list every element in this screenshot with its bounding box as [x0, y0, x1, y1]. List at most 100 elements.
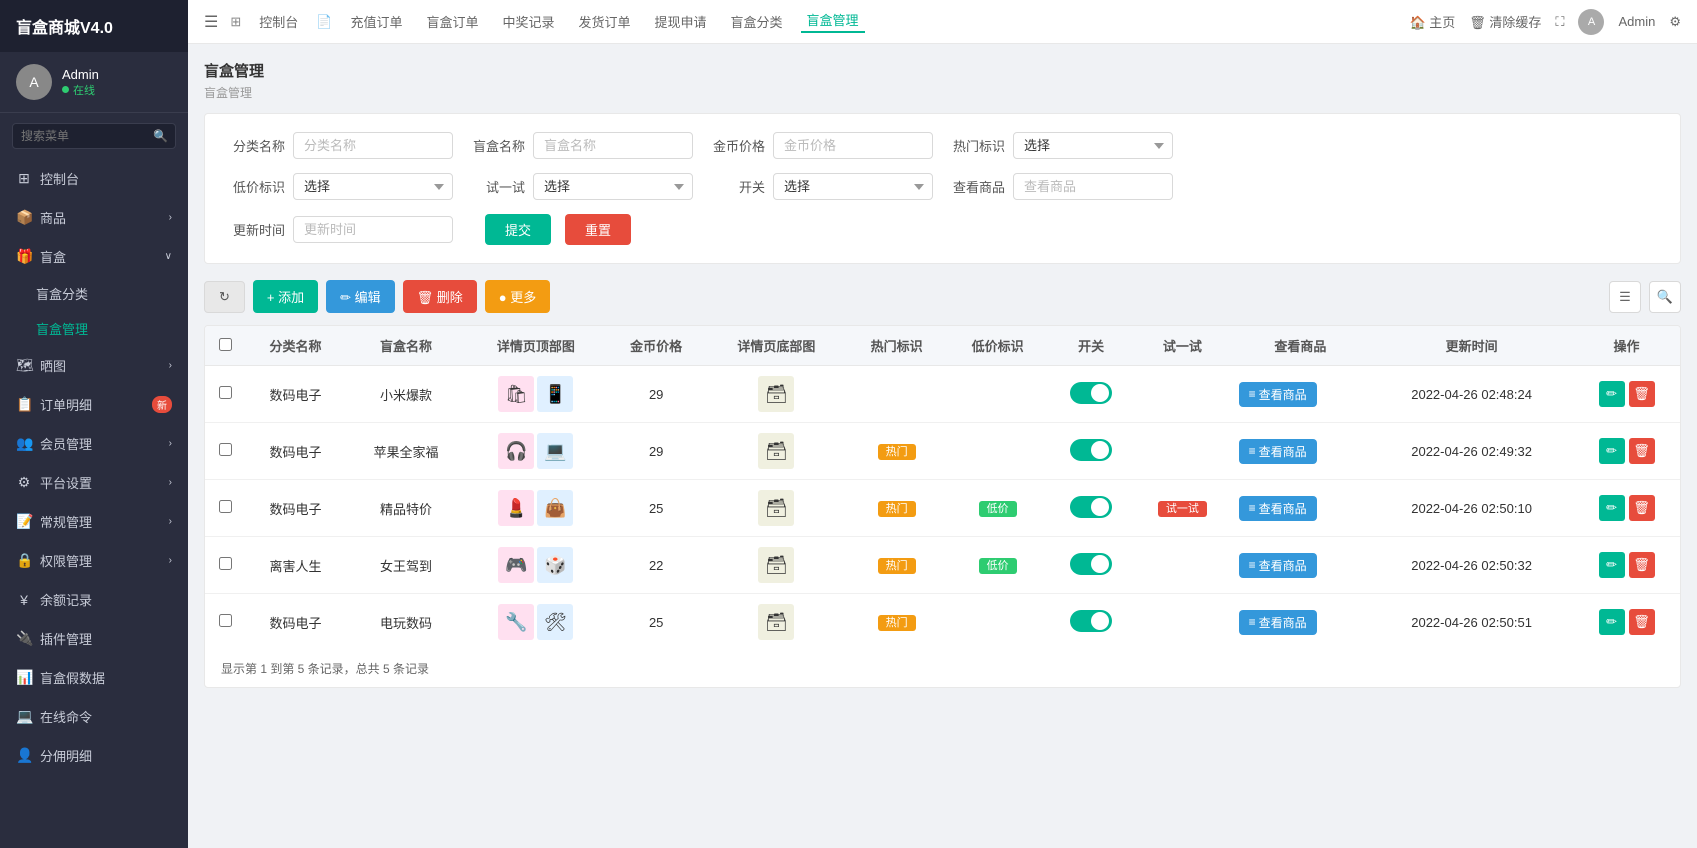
- row-checkbox-3[interactable]: [219, 500, 232, 513]
- cell-try-4: [1134, 537, 1230, 594]
- sidebar-item-blindbox-data[interactable]: 📊 盲盒假数据: [0, 658, 188, 697]
- delete-button[interactable]: 🗑 删除: [403, 280, 477, 313]
- topnav-link-lottery[interactable]: 中奖记录: [496, 12, 560, 31]
- delete-row-btn-4[interactable]: 🗑: [1629, 552, 1655, 578]
- sidebar-item-dashboard[interactable]: ⊞ 控制台: [0, 159, 188, 198]
- refresh-button[interactable]: ↻: [204, 281, 245, 313]
- filter-hot-select[interactable]: 选择 热门 非热门: [1013, 132, 1173, 159]
- switch-toggle-4[interactable]: [1070, 553, 1112, 575]
- cell-bottom-img-5: 🗃: [707, 594, 847, 651]
- topnav-link-withdraw[interactable]: 提现申请: [649, 12, 713, 31]
- sidebar-item-orders[interactable]: 📋 订单明细 新: [0, 385, 188, 424]
- sidebar-item-label: 权限管理: [40, 551, 92, 570]
- data-icon: 📊: [16, 669, 32, 686]
- settings-icon[interactable]: ⚙: [1669, 14, 1681, 30]
- filter-view-goods-input[interactable]: [1013, 173, 1173, 200]
- col-bottom-img: 详情页底部图: [707, 326, 847, 366]
- topnav-link-ship[interactable]: 发货订单: [573, 12, 637, 31]
- add-button[interactable]: + 添加: [253, 280, 318, 313]
- search-filter-button[interactable]: 🔍: [1649, 281, 1681, 313]
- main-content: ☰ ⊞ 控制台 📄 充值订单 盲盒订单 中奖记录 发货订单 提现申请 盲盒分类 …: [188, 0, 1697, 848]
- topnav-link-recharge[interactable]: 充值订单: [344, 12, 408, 31]
- topnav-link-box-manage[interactable]: 盲盒管理: [801, 10, 865, 33]
- view-goods-btn-2[interactable]: ≡ 查看商品: [1239, 439, 1317, 464]
- toolbar-right: ☰ 🔍: [1609, 281, 1681, 313]
- topnav-link-box-orders[interactable]: 盲盒订单: [420, 12, 484, 31]
- more-button[interactable]: ● 更多: [485, 280, 550, 313]
- fullscreen-icon[interactable]: ⛶: [1555, 14, 1564, 30]
- edit-row-btn-3[interactable]: ✏: [1599, 495, 1625, 521]
- sidebar-item-label: 盲盒: [40, 247, 66, 266]
- cell-gold-price-1: 29: [606, 366, 707, 423]
- list-icon: ≡: [1249, 444, 1256, 458]
- cell-name-1: 小米爆款: [346, 366, 466, 423]
- filter-low-label: 低价标识: [229, 177, 285, 196]
- home-link[interactable]: 🏠 主页: [1409, 12, 1455, 31]
- topnav-link-box-category[interactable]: 盲盒分类: [725, 12, 789, 31]
- filter-category-input[interactable]: [293, 132, 453, 159]
- column-settings-button[interactable]: ☰: [1609, 281, 1641, 313]
- sidebar-item-goods[interactable]: 📦 商品 ›: [0, 198, 188, 237]
- sidebar-item-map[interactable]: 🗺 晒图 ›: [0, 346, 188, 385]
- filter-try-select[interactable]: 选择 是 否: [533, 173, 693, 200]
- filter-low-select[interactable]: 选择 低价 非低价: [293, 173, 453, 200]
- sidebar-item-online-cmd[interactable]: 💻 在线命令: [0, 697, 188, 736]
- sidebar-item-blindbox[interactable]: 🎁 盲盒 ∨: [0, 237, 188, 276]
- view-goods-btn-3[interactable]: ≡ 查看商品: [1239, 496, 1317, 521]
- switch-toggle-3[interactable]: [1070, 496, 1112, 518]
- row-checkbox-5[interactable]: [219, 614, 232, 627]
- sidebar-item-affiliate[interactable]: 👤 分佣明细: [0, 736, 188, 775]
- view-goods-btn-4[interactable]: ≡ 查看商品: [1239, 553, 1317, 578]
- filter-update-time: 更新时间: [229, 216, 453, 243]
- select-all-checkbox[interactable]: [219, 338, 232, 351]
- switch-toggle-2[interactable]: [1070, 439, 1112, 461]
- delete-row-btn-2[interactable]: 🗑: [1629, 438, 1655, 464]
- filter-box-name-input[interactable]: [533, 132, 693, 159]
- col-try: 试一试: [1134, 326, 1230, 366]
- edit-row-btn-5[interactable]: ✏: [1599, 609, 1625, 635]
- top-img-thumb-2-3: 👜: [537, 490, 573, 526]
- switch-toggle-5[interactable]: [1070, 610, 1112, 632]
- row-checkbox-2[interactable]: [219, 443, 232, 456]
- row-checkbox-1[interactable]: [219, 386, 232, 399]
- edit-row-btn-1[interactable]: ✏: [1599, 381, 1625, 407]
- sidebar-item-platform[interactable]: ⚙ 平台设置 ›: [0, 463, 188, 502]
- table-header: 分类名称 盲盒名称 详情页顶部图 金币价格 详情页底部图 热门标识 低价标识 开…: [205, 326, 1680, 366]
- filter-update-time-input[interactable]: [293, 216, 453, 243]
- edit-row-btn-2[interactable]: ✏: [1599, 438, 1625, 464]
- clear-cache-link[interactable]: 🗑 清除缓存: [1469, 12, 1541, 31]
- row-checkbox-4[interactable]: [219, 557, 232, 570]
- reset-button[interactable]: 重置: [565, 214, 631, 245]
- top-img-thumb-2-2: 💻: [537, 433, 573, 469]
- cell-updated-2: 2022-04-26 02:49:32: [1370, 423, 1573, 480]
- edit-button[interactable]: ✏ 编辑: [326, 280, 395, 313]
- delete-row-btn-1[interactable]: 🗑: [1629, 381, 1655, 407]
- sidebar-item-balance[interactable]: ¥ 余额记录: [0, 580, 188, 619]
- sidebar-search-wrap[interactable]: 🔍: [0, 113, 188, 159]
- low-badge-3: 低价: [979, 501, 1017, 517]
- view-goods-btn-5[interactable]: ≡ 查看商品: [1239, 610, 1317, 635]
- sidebar-item-label: 控制台: [40, 169, 79, 188]
- delete-row-btn-3[interactable]: 🗑: [1629, 495, 1655, 521]
- cell-category-4: 离害人生: [245, 537, 346, 594]
- filter-gold-price-input[interactable]: [773, 132, 933, 159]
- sidebar-item-permissions[interactable]: 🔒 权限管理 ›: [0, 541, 188, 580]
- edit-row-btn-4[interactable]: ✏: [1599, 552, 1625, 578]
- list-icon: ≡: [1249, 387, 1256, 401]
- delete-row-btn-5[interactable]: 🗑: [1629, 609, 1655, 635]
- topnav-link-dashboard[interactable]: 控制台: [253, 12, 304, 31]
- sidebar-item-general[interactable]: 📝 常规管理 ›: [0, 502, 188, 541]
- filter-hot-label: 热门标识: [949, 136, 1005, 155]
- switch-toggle-1[interactable]: [1070, 382, 1112, 404]
- sidebar-item-box-category[interactable]: 盲盒分类: [0, 276, 188, 311]
- sidebar-item-box-manage[interactable]: 盲盒管理: [0, 311, 188, 346]
- search-input[interactable]: [12, 123, 176, 149]
- sidebar-item-plugins[interactable]: 🔌 插件管理: [0, 619, 188, 658]
- filter-switch-select[interactable]: 选择 开启 关闭: [773, 173, 933, 200]
- submit-button[interactable]: 提交: [485, 214, 551, 245]
- menu-toggle-icon[interactable]: ☰: [204, 12, 218, 32]
- sidebar-item-members[interactable]: 👥 会员管理 ›: [0, 424, 188, 463]
- view-goods-btn-1[interactable]: ≡ 查看商品: [1239, 382, 1317, 407]
- cell-bottom-img-1: 🗃: [707, 366, 847, 423]
- cell-low-3: 低价: [947, 480, 1048, 537]
